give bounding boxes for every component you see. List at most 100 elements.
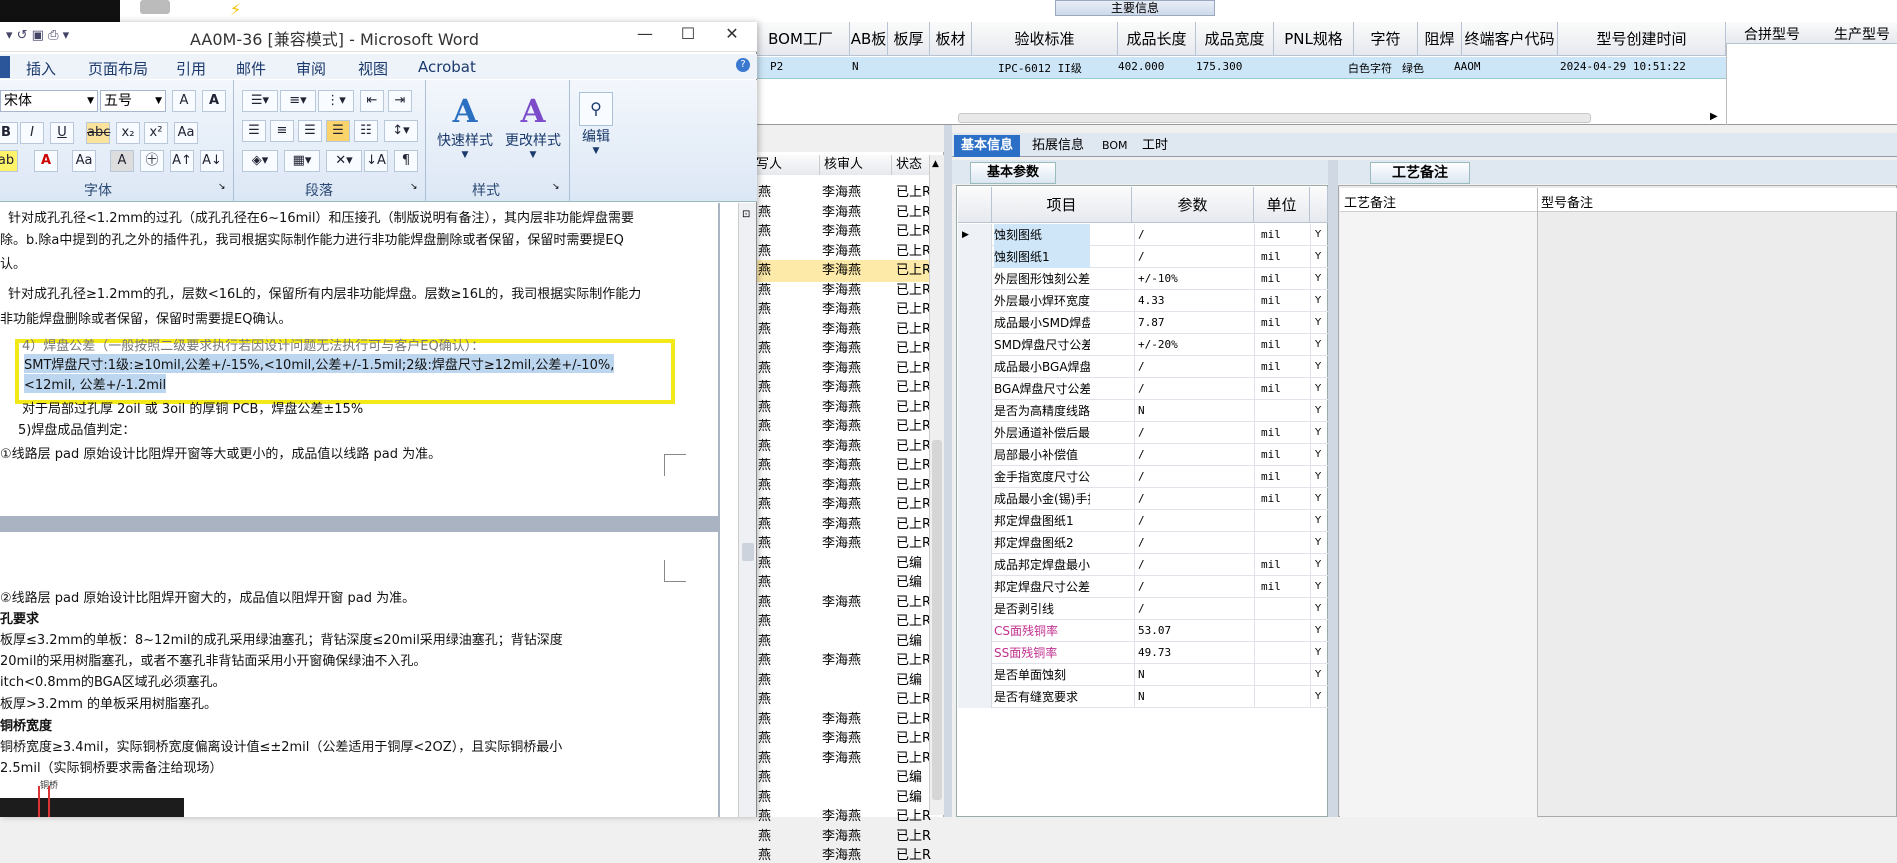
param-row[interactable]: 是否为高精度线路 N Y <box>958 400 1328 422</box>
list-header-writer[interactable]: 写人 <box>752 155 820 175</box>
param-row[interactable]: CS面残铜率 53.07 Y <box>958 620 1328 642</box>
param-row[interactable]: 邦定焊盘尺寸公差 / mil Y <box>958 576 1328 598</box>
params-header-value[interactable]: 参数 <box>1132 187 1254 223</box>
column-header-model-remark[interactable]: 型号备注 <box>1541 192 1593 211</box>
param-value[interactable]: / <box>1134 510 1254 532</box>
document-line[interactable]: itch<0.8mm的BGA区域孔必须塞孔。 <box>0 671 226 690</box>
borders-icon[interactable]: ▦▾ <box>284 150 320 172</box>
document-line[interactable]: ①线路层 pad 原始设计比阻焊开窗等大或更小的，成品值以线路 pad 为准。 <box>0 443 441 462</box>
param-flag[interactable]: Y <box>1310 576 1328 598</box>
param-row[interactable]: 成品最小SMD焊盘宽度 7.87milY <box>958 312 1328 334</box>
column-header[interactable]: 板厚 <box>888 22 930 56</box>
char-border-icon[interactable]: A <box>202 90 226 112</box>
grid-cell[interactable]: AAOM <box>1454 60 1481 73</box>
param-row[interactable]: 外层通道补偿后最小宽度 /milY <box>958 422 1328 444</box>
ribbon-tab[interactable]: 邮件 <box>236 58 266 79</box>
bullets-icon[interactable]: ☰▾ <box>242 90 278 112</box>
ribbon-tab[interactable]: 页面布局 <box>88 58 148 79</box>
document-line[interactable]: 2.5mil（实际铜桥要求需备注给现场） <box>0 757 223 776</box>
document-vertical-scrollbar[interactable]: ⊡ <box>738 203 756 817</box>
grid-cell[interactable]: 175.300 <box>1196 60 1242 73</box>
shrink-font-icon[interactable]: A↓ <box>200 150 224 172</box>
param-flag[interactable]: Y <box>1310 290 1328 312</box>
bold-icon[interactable]: B <box>0 122 18 144</box>
param-value[interactable]: N <box>1134 400 1254 422</box>
param-flag[interactable]: Y <box>1310 356 1328 378</box>
shading-icon[interactable]: ◈▾ <box>242 150 278 172</box>
params-header-unit[interactable]: 单位 <box>1254 187 1310 223</box>
param-value[interactable]: N <box>1134 686 1254 708</box>
param-value[interactable]: / <box>1134 444 1254 466</box>
param-flag[interactable]: Y <box>1310 532 1328 554</box>
numbering-icon[interactable]: ≡▾ <box>280 90 316 112</box>
font-name-box[interactable]: 宋体 ▼ <box>0 90 98 112</box>
param-row[interactable]: SMD焊盘尺寸公差 +/-20% mil Y <box>958 334 1328 356</box>
tab-bom[interactable]: BOM <box>1095 135 1135 157</box>
column-header[interactable]: 型号创建时间 <box>1558 22 1726 56</box>
param-row[interactable]: 外层最小焊环宽度 4.33 mil Y <box>958 290 1328 312</box>
sort-icon[interactable]: ↓A <box>364 150 388 172</box>
list-vertical-scrollbar[interactable]: ▲ <box>929 155 944 815</box>
scroll-thumb[interactable] <box>932 440 942 800</box>
help-icon[interactable]: ? <box>736 58 750 72</box>
taskbar-thumbnail[interactable] <box>0 0 120 22</box>
param-value[interactable]: / <box>1134 378 1254 400</box>
superscript-icon[interactable]: x² <box>144 122 168 144</box>
ribbon-tab[interactable]: 审阅 <box>296 58 326 79</box>
column-header[interactable]: 终端客户代码 <box>1462 22 1558 56</box>
line-spacing-icon[interactable]: ↕▾ <box>384 120 418 142</box>
document-line[interactable]: 铜桥宽度 <box>0 715 52 734</box>
column-header[interactable]: AB板 <box>850 22 888 56</box>
document-line[interactable]: ②线路层 pad 原始设计比阻焊开窗大的，成品值以阻焊开窗 pad 为准。 <box>0 587 415 606</box>
dialog-launcher-icon[interactable]: ↘ <box>410 182 418 192</box>
document-line[interactable]: 4）焊盘公差（一般按照二级要求执行若因设计问题无法执行可与客户EQ确认）： <box>22 335 484 354</box>
increase-indent-icon[interactable]: ⇥ <box>388 90 412 112</box>
lightning-icon[interactable]: ⚡ <box>230 0 241 19</box>
param-flag[interactable]: Y <box>1310 422 1328 444</box>
tab-extended-info[interactable]: 拓展信息 <box>1025 135 1091 157</box>
param-row[interactable]: BGA焊盘尺寸公差 / mil Y <box>958 378 1328 400</box>
column-header-merge-model[interactable]: 合拼型号 <box>1744 24 1800 44</box>
param-row[interactable]: 蚀刻图纸1 /mil Y <box>958 246 1328 268</box>
grid-cell[interactable]: IPC-6012 II级 <box>998 60 1082 76</box>
change-case-icon[interactable]: Aa <box>72 150 96 172</box>
asian-layout-icon[interactable]: ✕▾ <box>326 150 362 172</box>
param-row[interactable]: 成品最小BGA焊盘尺寸 /milY <box>958 356 1328 378</box>
param-flag[interactable]: Y <box>1310 334 1328 356</box>
param-flag[interactable]: Y <box>1310 488 1328 510</box>
column-header-process-remark[interactable]: 工艺备注 <box>1344 192 1396 211</box>
tab-work-hours[interactable]: 工时 <box>1135 135 1175 157</box>
change-styles-button[interactable]: A 更改样式 ▼ <box>500 92 566 160</box>
subscript-icon[interactable]: x₂ <box>116 122 140 144</box>
param-row[interactable]: 邦定焊盘图纸1 / Y <box>958 510 1328 532</box>
param-value[interactable]: +/-10% <box>1134 268 1254 290</box>
horizontal-scrollbar[interactable] <box>958 113 1591 123</box>
param-value[interactable]: / <box>1134 356 1254 378</box>
param-value[interactable]: / <box>1134 466 1254 488</box>
document-line[interactable]: 针对成孔孔径≥1.2mm的孔，层数<16L的，保留所有内层非功能焊盘。层数≥16… <box>8 283 641 302</box>
grid-cell[interactable]: 2024-04-29 10:51:22 <box>1560 60 1686 73</box>
maximize-button[interactable]: ☐ <box>674 24 702 43</box>
strikethrough-icon[interactable]: abc <box>86 122 110 144</box>
param-flag[interactable]: Y <box>1310 378 1328 400</box>
param-flag[interactable]: Y <box>1310 312 1328 334</box>
align-center-icon[interactable]: ≡ <box>270 120 294 142</box>
param-row[interactable]: ▶ 蚀刻图纸 / mil Y <box>958 224 1328 246</box>
column-header[interactable]: 板材 <box>930 22 972 56</box>
distribute-icon[interactable]: ☷ <box>354 120 378 142</box>
param-flag[interactable]: Y <box>1310 510 1328 532</box>
param-row[interactable]: 局部最小补偿值 / mil Y <box>958 444 1328 466</box>
param-row[interactable]: SS面残铜率 49.73 Y <box>958 642 1328 664</box>
param-flag[interactable]: Y <box>1310 466 1328 488</box>
document-line[interactable]: 20mil的采用树脂塞孔，或者不塞孔非背钻面采用小开窗确保绿油不入孔。 <box>0 650 426 669</box>
column-header[interactable]: 成品宽度 <box>1196 22 1274 56</box>
align-right-icon[interactable]: ☰ <box>298 120 322 142</box>
right-splitter[interactable] <box>1328 160 1338 817</box>
justify-icon[interactable]: ☰ <box>326 120 350 142</box>
underline-icon[interactable]: U <box>50 122 74 144</box>
document-line[interactable]: 孔要求 <box>0 608 39 627</box>
param-flag[interactable]: Y <box>1310 444 1328 466</box>
document-line[interactable]: 铜桥宽度≥3.4mil，实际铜桥宽度偏离设计值≤±2mil（公差适用于铜厚<2O… <box>0 736 562 755</box>
param-value[interactable]: 53.07 <box>1134 620 1254 642</box>
ribbon-tab[interactable]: 插入 <box>26 58 56 79</box>
